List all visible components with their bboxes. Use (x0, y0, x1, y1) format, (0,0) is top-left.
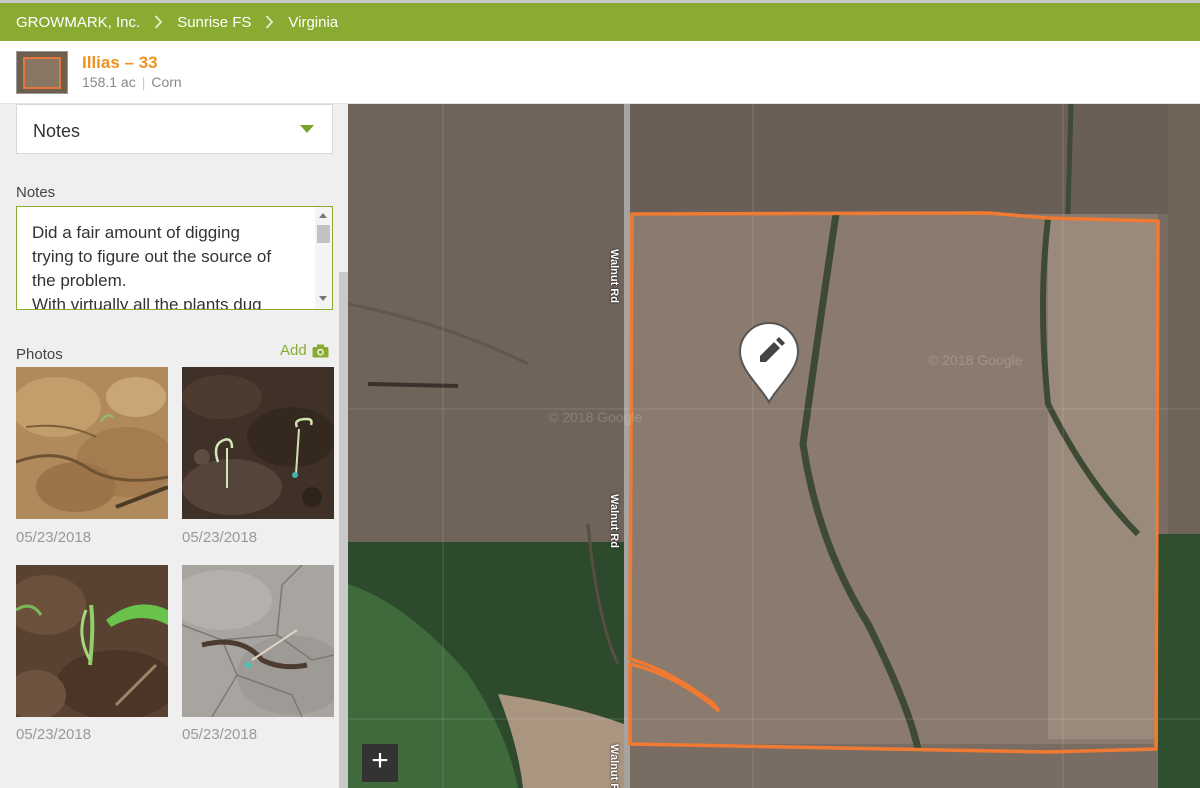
chevron-right-icon (154, 15, 163, 29)
breadcrumb: GROWMARK, Inc. Sunrise FS Virginia (0, 0, 1200, 41)
notes-line: the problem. (32, 271, 127, 290)
notes-label: Notes (16, 184, 56, 201)
breadcrumb-branch[interactable]: Sunrise FS (177, 14, 251, 31)
field-header: Illias – 33 158.1 ac | Corn (0, 41, 1200, 104)
photo-date: 05/23/2018 (182, 529, 258, 546)
view-select[interactable]: Notes (16, 104, 333, 154)
field-thumbnail[interactable] (16, 51, 68, 94)
scroll-down-icon[interactable] (319, 296, 327, 301)
zoom-in-button[interactable]: + (362, 744, 398, 782)
map-watermark: © 2018 Google (548, 409, 643, 425)
scroll-up-icon[interactable] (319, 213, 327, 218)
notes-line: trying to figure out the source of (32, 247, 272, 266)
breadcrumb-location[interactable]: Virginia (288, 14, 338, 31)
view-select-value: Notes (33, 121, 81, 141)
photo-thumbnail[interactable] (182, 367, 334, 519)
add-photo-label: Add (280, 342, 307, 359)
satellite-imagery (348, 104, 1200, 788)
notes-textarea[interactable]: Did a fair amount of digging trying to f… (16, 206, 333, 310)
field-name: Illias – 33 (82, 53, 158, 72)
caret-down-icon (300, 125, 314, 133)
photos-label: Photos (16, 346, 63, 363)
map-view[interactable]: Walnut Rd Walnut Rd Walnut Rd © 2018 Goo… (348, 104, 1200, 788)
photo-date: 05/23/2018 (182, 726, 258, 743)
scroll-thumb[interactable] (317, 225, 330, 243)
photo-thumbnail[interactable] (16, 565, 168, 717)
photo-thumbnail[interactable] (16, 367, 168, 519)
map-watermark: © 2018 Google (928, 352, 1023, 368)
add-photo-button[interactable]: Add (280, 342, 329, 359)
road-label: Walnut Rd (608, 744, 620, 788)
chevron-right-icon (266, 15, 274, 29)
photo-date: 05/23/2018 (16, 726, 92, 743)
camera-icon (312, 344, 329, 357)
note-marker-pin[interactable] (738, 322, 800, 404)
field-meta: 158.1 ac | Corn (82, 74, 182, 90)
breadcrumb-org[interactable]: GROWMARK, Inc. (16, 14, 140, 31)
field-acres: 158.1 ac (82, 74, 136, 90)
sidebar: Notes Notes Did a fair amount of digging… (0, 104, 348, 788)
road-label: Walnut Rd (608, 494, 620, 548)
road-label: Walnut Rd (608, 249, 620, 303)
notes-line: Did a fair amount of digging (32, 223, 240, 242)
field-crop: Corn (151, 74, 182, 90)
photo-thumbnail[interactable] (182, 565, 334, 717)
notes-scrollbar[interactable] (315, 207, 332, 309)
notes-line: With virtually all the plants dug (32, 295, 262, 310)
sidebar-scrollbar[interactable] (339, 272, 348, 788)
photo-date: 05/23/2018 (16, 529, 92, 546)
